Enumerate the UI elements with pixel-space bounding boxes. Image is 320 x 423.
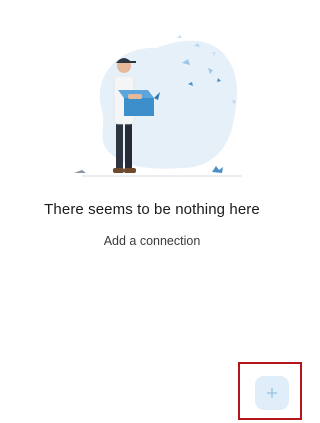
empty-state-title: There seems to be nothing here (44, 201, 260, 218)
empty-state-subtitle: Add a connection (103, 234, 201, 248)
add-connection-button[interactable] (255, 376, 289, 410)
plus-icon (267, 388, 277, 398)
connections-screen: There seems to be nothing here Add a con… (0, 0, 304, 423)
empty-box-illustration (74, 35, 242, 177)
